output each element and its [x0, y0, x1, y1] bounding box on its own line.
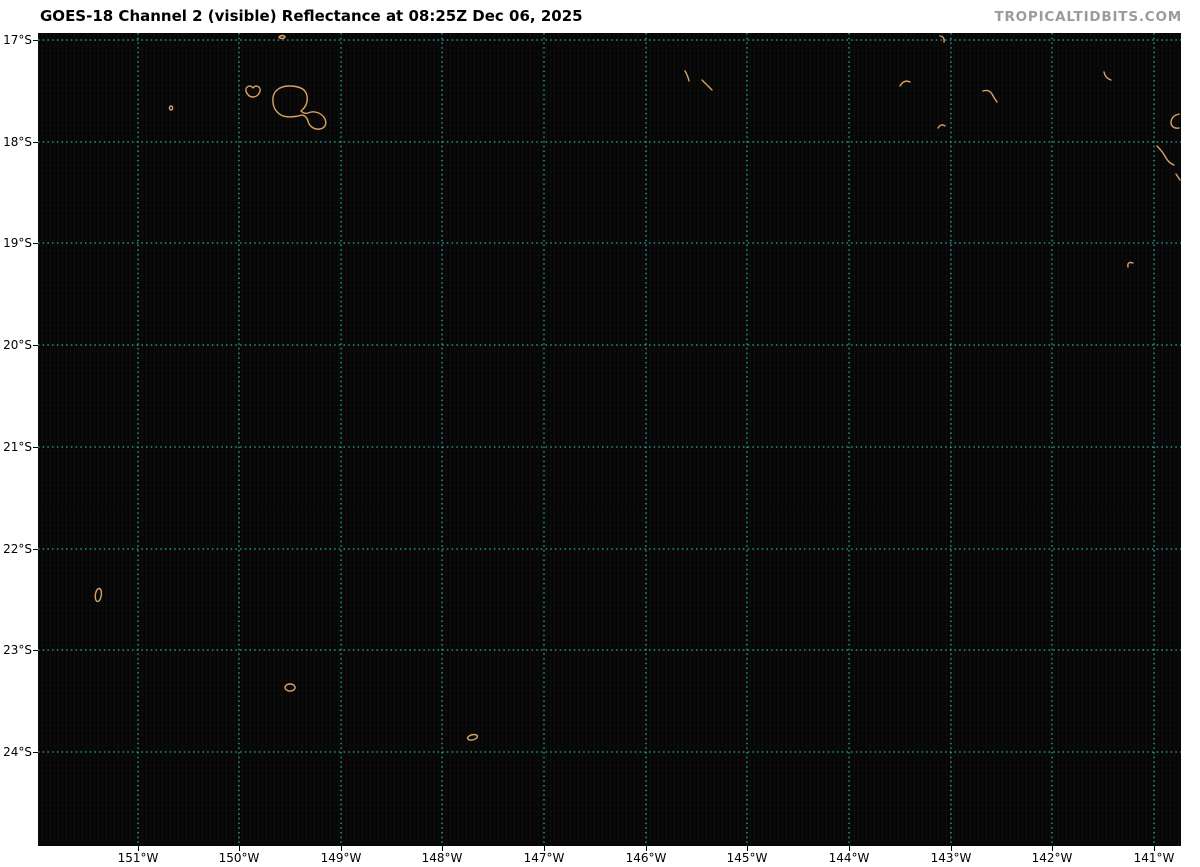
latitude-tick-mark — [33, 40, 38, 41]
latitude-tick-label: 19°S — [3, 236, 32, 250]
atoll-dash-2-coastline — [1175, 173, 1181, 181]
islet-dot-1-coastline — [168, 105, 174, 111]
longitude-tick-mark — [747, 846, 748, 851]
island-ring-south-1-coastline — [94, 587, 103, 603]
island-heart-coastline — [245, 85, 261, 98]
longitude-tick-mark — [239, 846, 240, 851]
latitude-tick-mark — [33, 650, 38, 651]
latitude-tick-mark — [33, 345, 38, 346]
latitude-tick-mark — [33, 142, 38, 143]
atoll-dash-1-coastline — [937, 124, 946, 129]
longitude-tick-mark — [646, 846, 647, 851]
watermark: TROPICALTIDBITS.COM — [994, 9, 1182, 25]
longitude-tick-label: 151°W — [117, 851, 159, 865]
longitude-tick-mark — [951, 846, 952, 851]
island-ring-south-2-coastline — [284, 683, 296, 692]
atoll-slash-1-coastline — [684, 70, 690, 82]
atoll-hook-1-coastline — [1103, 71, 1112, 81]
longitude-tick-label: 147°W — [523, 851, 565, 865]
latitude-tick-label: 22°S — [3, 542, 32, 556]
longitude-tick-label: 143°W — [930, 851, 972, 865]
island-large-coastline — [272, 85, 327, 130]
atoll-top-curve-coastline — [939, 35, 945, 43]
longitude-tick-mark — [1154, 846, 1155, 851]
latitude-tick-label: 17°S — [3, 33, 32, 47]
latitude-tick-mark — [33, 752, 38, 753]
atoll-c-shape-coastline — [1170, 113, 1180, 129]
satellite-map-plot — [38, 33, 1181, 846]
longitude-tick-label: 145°W — [726, 851, 768, 865]
latitude-tick-mark — [33, 243, 38, 244]
atoll-comma-coastline — [1127, 261, 1134, 268]
longitude-tick-mark — [442, 846, 443, 851]
atoll-slash-2-coastline — [701, 79, 713, 91]
longitude-tick-mark — [849, 846, 850, 851]
atoll-s-arc-coastline — [982, 89, 998, 103]
longitude-tick-label: 149°W — [320, 851, 362, 865]
latitude-tick-mark — [33, 549, 38, 550]
longitude-tick-label: 144°W — [828, 851, 870, 865]
longitude-tick-mark — [138, 846, 139, 851]
latitude-tick-label: 21°S — [3, 440, 32, 454]
longitude-tick-label: 150°W — [218, 851, 260, 865]
longitude-tick-label: 142°W — [1031, 851, 1073, 865]
page-title: GOES-18 Channel 2 (visible) Reflectance … — [40, 7, 583, 25]
longitude-tick-label: 146°W — [625, 851, 667, 865]
longitude-tick-label: 148°W — [421, 851, 463, 865]
latitude-tick-label: 18°S — [3, 135, 32, 149]
satellite-image-page: GOES-18 Channel 2 (visible) Reflectance … — [0, 0, 1200, 867]
map-canvas — [38, 33, 1181, 846]
longitude-tick-mark — [544, 846, 545, 851]
longitude-tick-label: 141°W — [1133, 851, 1175, 865]
atoll-diagonal-coastline — [1156, 145, 1175, 166]
islet-top-1-coastline — [278, 34, 286, 40]
latitude-tick-mark — [33, 447, 38, 448]
longitude-tick-mark — [1052, 846, 1053, 851]
latitude-tick-label: 23°S — [3, 643, 32, 657]
atoll-arc-1-coastline — [899, 80, 911, 87]
latitude-tick-label: 20°S — [3, 338, 32, 352]
longitude-tick-mark — [341, 846, 342, 851]
island-oval-south-3-coastline — [466, 733, 479, 741]
latitude-tick-label: 24°S — [3, 745, 32, 759]
